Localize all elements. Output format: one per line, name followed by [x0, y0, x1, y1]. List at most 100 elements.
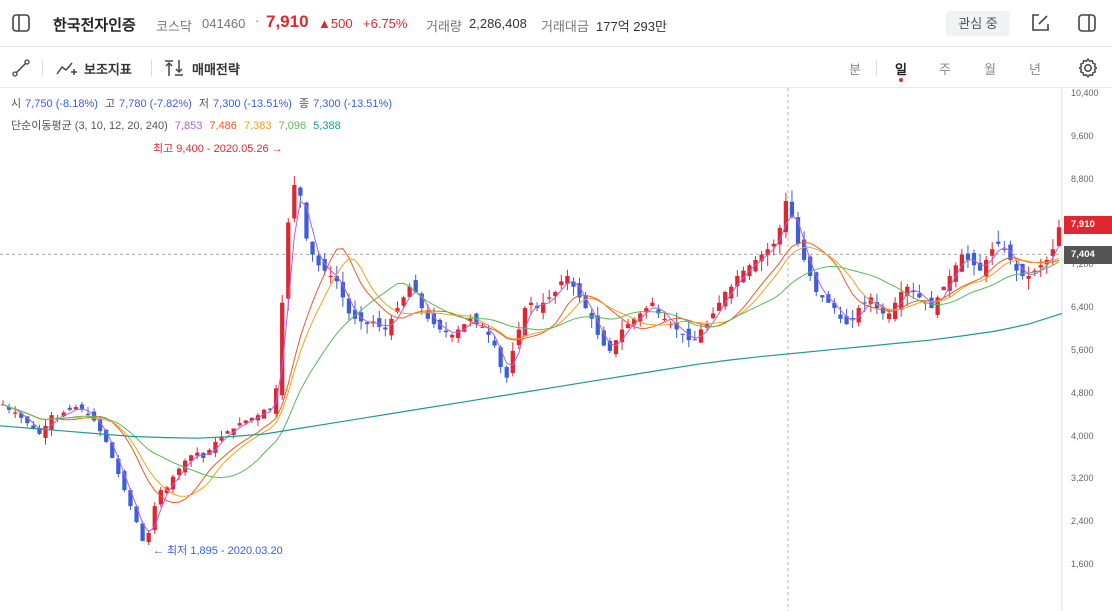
candle-body	[516, 329, 521, 346]
candle-body	[1056, 227, 1062, 247]
ma-20-value: 7,096	[278, 120, 307, 132]
low-label: 저	[198, 98, 210, 110]
candle-body	[128, 490, 133, 507]
candle-body	[134, 506, 139, 523]
candle-body	[723, 292, 728, 307]
candle-body	[237, 423, 242, 426]
candle-body	[49, 415, 54, 430]
chart-toolbar: 보조지표 매매전략 분 일 주 월 년	[0, 47, 1112, 88]
split-view-icon[interactable]	[1077, 13, 1097, 33]
high-annotation: 최고 9,400 - 2020.05.26 →	[153, 143, 283, 155]
candle-body	[965, 253, 971, 260]
sidebar-toggle-icon[interactable]	[11, 13, 31, 33]
candle-body	[328, 275, 333, 277]
candle-body	[1002, 249, 1007, 251]
candle-body	[310, 241, 315, 255]
ohlc-info: 시 7,750 (-8.18%) 고 7,780 (-7.82%) 저 7,300 (…	[11, 95, 396, 111]
candle-body	[389, 318, 394, 336]
candle-body	[717, 302, 722, 311]
candle-body	[1038, 265, 1043, 268]
candle-body	[838, 314, 843, 319]
candle-body	[959, 254, 964, 272]
candle-body	[692, 339, 697, 341]
candle-body	[486, 331, 491, 335]
watchlist-button[interactable]: 관심 중	[946, 11, 1010, 36]
current-price: 7,910	[266, 12, 309, 31]
candle-body	[383, 327, 388, 330]
trade-amount-label: 거래대금	[541, 19, 589, 34]
open-label: 시	[11, 98, 22, 110]
separator-dot: ·	[255, 13, 260, 28]
stock-header: 한국전자인증 코스닥 041460 · 7,910 ▲500 +6.75% 거래…	[0, 0, 1112, 47]
candle-body	[449, 334, 455, 338]
candle-body	[971, 252, 977, 266]
candle-body	[1026, 275, 1031, 279]
indicator-chart-icon	[56, 62, 77, 75]
y-tick-label: 4,800	[1071, 387, 1094, 398]
candle-body	[401, 297, 406, 306]
candle-body	[225, 431, 230, 434]
volume-value: 2,286,408	[469, 16, 527, 31]
ma-10-value: 7,486	[209, 120, 237, 132]
edit-icon[interactable]	[1030, 13, 1050, 33]
y-tick-label: 4,000	[1071, 430, 1094, 441]
y-tick-label: 1,600	[1071, 559, 1094, 569]
current-price-tag: 7,910	[1064, 216, 1112, 234]
candle-body	[365, 322, 370, 325]
price-chart[interactable]: 시 7,750 (-8.18%) 고 7,780 (-7.82%) 저 7,300 (…	[0, 88, 1112, 611]
period-year-tab[interactable]: 년	[1023, 59, 1047, 78]
candle-body	[559, 281, 564, 286]
trade-amount-value: 177억 293만	[596, 19, 667, 34]
y-tick-label: 5,600	[1071, 344, 1094, 355]
ma-label: 단순이동평균 (3, 10, 12, 20, 240)	[11, 120, 168, 132]
period-minute-tab[interactable]: 분	[843, 59, 867, 78]
candle-body	[316, 255, 321, 266]
candle-body	[996, 241, 1001, 244]
candle-body	[850, 317, 855, 319]
price-change-percent: +6.75%	[363, 16, 408, 31]
high-value: 7,780 (-7.82%)	[119, 98, 192, 110]
y-tick-label: 6,400	[1071, 302, 1094, 313]
ma-12-line	[2, 246, 1060, 497]
candle-body	[613, 340, 619, 355]
strategy-button[interactable]: 매매전략	[164, 57, 240, 79]
candle-body	[771, 243, 776, 247]
close-label: 종	[298, 98, 310, 110]
candle-body	[941, 286, 946, 291]
y-tick-label: 8,800	[1071, 173, 1094, 184]
indicators-label: 보조지표	[84, 61, 132, 77]
candle-body	[73, 407, 78, 410]
ma-240-line	[0, 312, 1063, 439]
y-tick-label: 9,600	[1071, 130, 1094, 141]
indicators-button[interactable]: 보조지표	[56, 57, 132, 79]
low-value: 7,300 (-13.51%)	[213, 98, 292, 110]
candle-body	[504, 367, 509, 378]
candle-body	[85, 413, 91, 416]
period-month-tab[interactable]: 월	[978, 59, 1002, 78]
candle-body	[443, 330, 449, 333]
candle-body	[43, 425, 48, 438]
candle-body	[990, 249, 995, 256]
candlestick-chart[interactable]	[0, 88, 1112, 611]
candle-body	[358, 312, 364, 322]
high-label: 고	[104, 98, 116, 110]
candle-body	[176, 468, 182, 475]
low-annotation: ← 최저 1,895 - 2020.03.20	[153, 545, 283, 557]
candle-body	[1014, 263, 1019, 271]
candle-body	[298, 187, 303, 196]
candle-body	[589, 312, 594, 319]
candle-body	[146, 532, 151, 542]
candle-body	[456, 329, 461, 339]
period-week-tab[interactable]: 주	[933, 59, 957, 78]
toolbar-divider	[876, 60, 877, 76]
ma-12-value: 7,383	[243, 120, 272, 132]
draw-line-icon[interactable]	[11, 58, 31, 78]
ma-10-line	[2, 241, 1060, 504]
settings-gear-icon[interactable]	[1077, 57, 1099, 79]
period-day-tab[interactable]: 일	[889, 59, 913, 78]
candle-body	[917, 293, 922, 298]
candle-body	[67, 407, 72, 410]
candle-body	[832, 302, 837, 309]
toolbar-divider	[42, 60, 43, 76]
stock-code: 041460	[202, 16, 246, 31]
